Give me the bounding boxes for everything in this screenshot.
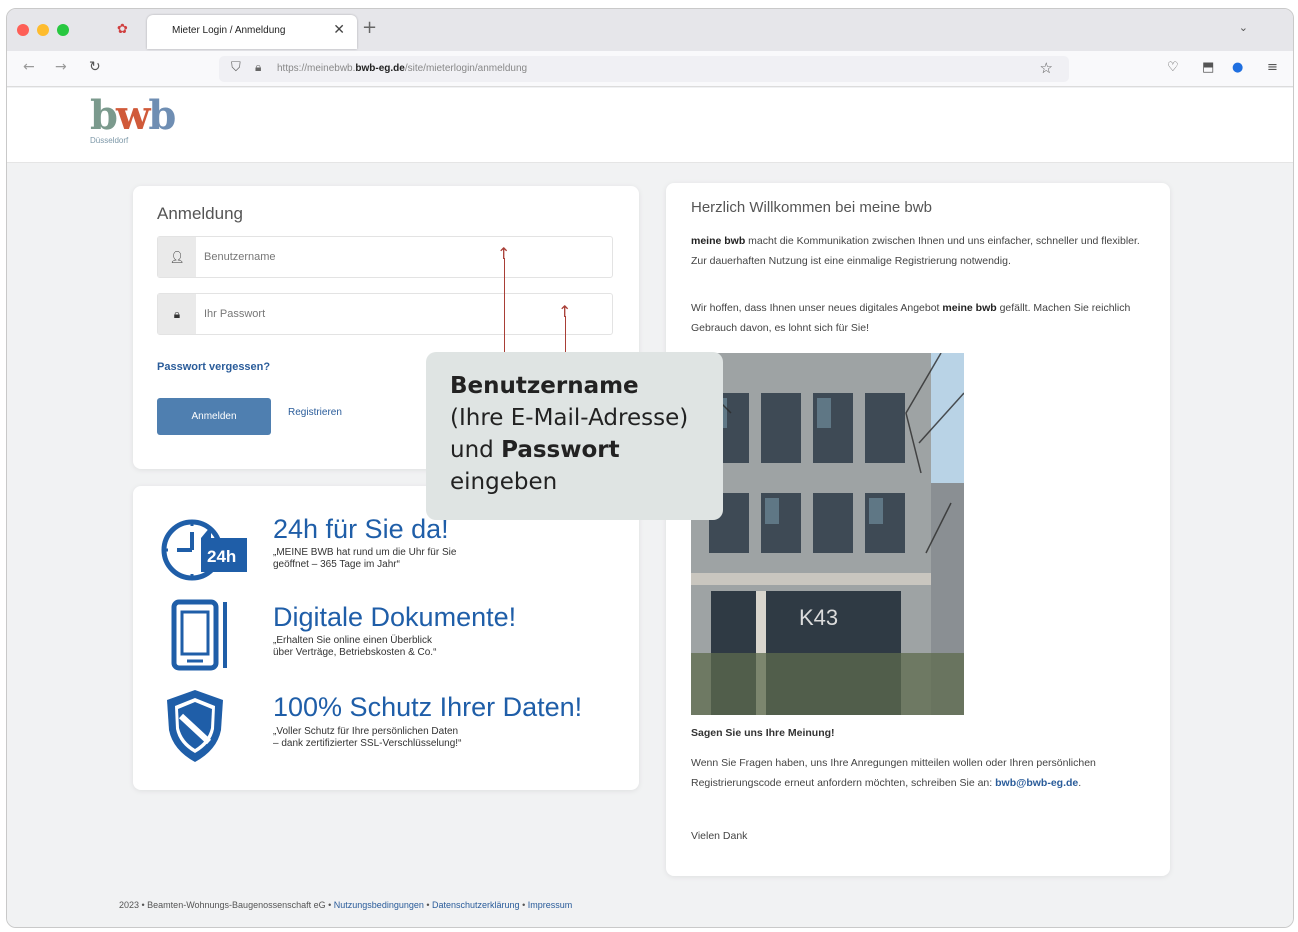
hamburger-menu-icon[interactable]: ≡ (1267, 60, 1278, 75)
bookmark-star-icon[interactable]: ☆ (1040, 59, 1053, 77)
welcome-paragraph-3: Wenn Sie Fragen haben, uns Ihre Anregung… (691, 757, 1096, 789)
back-arrow-icon[interactable]: ← (23, 59, 35, 75)
login-title: Anmeldung (157, 204, 244, 223)
welcome-paragraph-1: meine bwb macht die Kommunikation zwisch… (691, 235, 1140, 267)
feature-desc-security: „Voller Schutz für Ihre persönlichen Dat… (273, 726, 462, 749)
imprint-link[interactable]: Impressum (528, 900, 573, 910)
features-card: 24h 24h für Sie da! „MEINE BWB hat rund … (133, 486, 639, 790)
tab-active[interactable]: Mieter Login / Anmeldung ✕ (147, 15, 357, 49)
minimize-window-button[interactable] (37, 24, 49, 36)
extensions-icon[interactable]: ⬒ (1202, 60, 1214, 75)
bwb-logo[interactable]: bwb Düsseldorf (90, 96, 176, 146)
tab-title: Mieter Login / Anmeldung (172, 25, 286, 36)
feature-title-24h: 24h für Sie da! (273, 514, 449, 544)
lock-icon[interactable]: 🔒︎ (255, 60, 261, 75)
thanks-text: Vielen Dank (691, 830, 748, 842)
building-number-sign: K43 (799, 605, 838, 630)
feature-desc-documents: „Erhalten Sie online einen Überblick übe… (273, 635, 437, 658)
feedback-heading: Sagen Sie uns Ihre Meinung! (691, 727, 835, 739)
welcome-card: Herzlich Willkommen bei meine bwb meine … (666, 183, 1170, 876)
badge-24h: 24h (207, 547, 236, 566)
terms-link[interactable]: Nutzungsbedingungen (334, 900, 424, 910)
password-input[interactable] (204, 300, 604, 328)
register-link[interactable]: Registrieren (288, 407, 342, 418)
tab-close-icon[interactable]: ✕ (333, 22, 345, 38)
footer: 2023 • Beamten-Wohnungs-Baugenossenschaf… (119, 900, 573, 910)
url-text[interactable]: https://meinebwb.bwb-eg.de/site/mieterlo… (277, 63, 527, 74)
forgot-password-link[interactable]: Passwort vergessen? (157, 361, 270, 373)
new-tab-button[interactable]: + (362, 17, 377, 38)
address-bar[interactable]: ⛉ 🔒︎ https://meinebwb.bwb-eg.de/site/mie… (219, 56, 1069, 82)
arrow-password-line (565, 316, 566, 352)
tab-strip: ✿ Mieter Login / Anmeldung ✕ + ⌄ (7, 9, 1293, 51)
welcome-title: Herzlich Willkommen bei meine bwb (691, 199, 932, 216)
username-field: 👤︎ (157, 236, 613, 278)
username-input[interactable] (204, 243, 604, 271)
tablet-icon (171, 599, 227, 671)
password-field: 🔒︎ (157, 293, 613, 335)
zoom-window-button[interactable] (57, 24, 69, 36)
close-window-button[interactable] (17, 24, 29, 36)
clock-24h-icon: 24h (161, 519, 247, 581)
reload-icon[interactable]: ↻ (89, 59, 101, 75)
extension-icon[interactable]: ✿ (117, 22, 128, 37)
feature-title-security: 100% Schutz Ihrer Daten! (273, 692, 583, 722)
site-header: bwb Düsseldorf (7, 88, 1293, 163)
instruction-callout: Benutzername (Ihre E-Mail-Adresse) und P… (426, 352, 723, 520)
welcome-paragraph-2: Wir hoffen, dass Ihnen unser neues digit… (691, 302, 1131, 334)
email-link[interactable]: bwb@bwb-eg.de (995, 777, 1078, 789)
lock-icon: 🔒︎ (158, 294, 196, 334)
pocket-icon[interactable]: ♡ (1167, 60, 1179, 75)
arrow-username-line (504, 258, 505, 352)
tracking-shield-icon[interactable]: ⛉ (231, 60, 241, 75)
feature-desc-24h: „MEINE BWB hat rund um die Uhr für Sie g… (273, 547, 457, 570)
shield-icon (167, 690, 223, 762)
building-photo: K43 (691, 353, 964, 715)
navigation-bar: ← → ↻ ⛉ 🔒︎ https://meinebwb.bwb-eg.de/si… (7, 51, 1293, 87)
forward-arrow-icon[interactable]: → (55, 59, 67, 75)
privacy-link[interactable]: Datenschutzerklärung (432, 900, 520, 910)
user-icon: 👤︎ (158, 237, 196, 277)
login-button[interactable]: Anmelden (157, 398, 271, 435)
tab-list-chevron-icon[interactable]: ⌄ (1239, 21, 1248, 34)
feature-title-documents: Digitale Dokumente! (273, 602, 517, 632)
account-icon[interactable]: ● (1232, 60, 1243, 75)
